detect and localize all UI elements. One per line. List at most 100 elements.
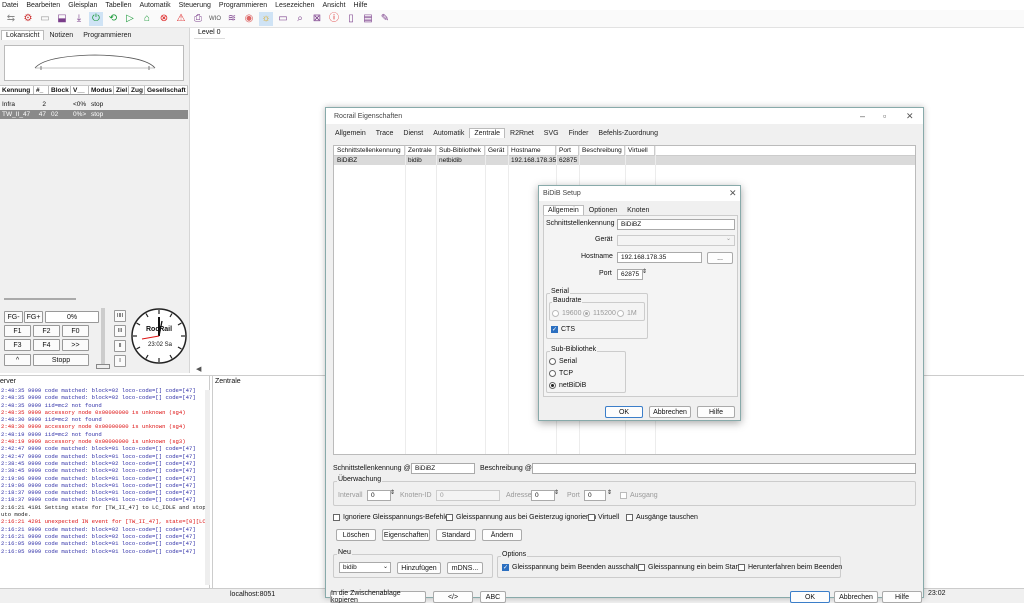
folder-icon[interactable]: ⚙ [21, 12, 35, 26]
f1-button[interactable]: F1 [4, 325, 31, 337]
col-num[interactable]: #_ [34, 86, 49, 94]
bidib-device-select[interactable] [617, 235, 735, 246]
eye-icon[interactable]: ◉ [242, 12, 256, 26]
ignore-power-checkbox[interactable]: Ignoriere Gleisspannungs-Befehle [333, 514, 449, 521]
address-input[interactable]: 0 [531, 490, 555, 501]
f2-button[interactable]: F2 [33, 325, 60, 337]
bidib-netbidib-radio[interactable]: netBiDiB [549, 382, 586, 389]
power-icon[interactable]: ⏻ [89, 11, 103, 26]
edit-icon[interactable]: ✎ [378, 12, 392, 26]
menu-lesezeichen[interactable]: Lesezeichen [275, 2, 314, 9]
shutdown-exit-checkbox[interactable]: Herunterfahren beim Beenden [738, 564, 842, 571]
properties-button[interactable]: Eigenschaften [382, 529, 430, 541]
ok-button[interactable]: OK [790, 591, 830, 603]
gear-2-button[interactable]: II [114, 340, 126, 352]
tab-programmieren[interactable]: Programmieren [78, 30, 136, 40]
next-button[interactable]: >> [62, 339, 89, 351]
tab-finder[interactable]: Finder [564, 128, 594, 138]
bidib-port-input[interactable]: 62875 [617, 269, 643, 280]
power-off-ghost-checkbox[interactable]: Gleisspannung aus bei Geisterzug ignorie… [446, 514, 596, 521]
description-input[interactable] [532, 463, 916, 474]
download-icon[interactable]: ⤓ [72, 12, 86, 26]
col-v[interactable]: V__ [71, 86, 89, 94]
bidib-port-spinner-icon[interactable]: ⇕ [642, 268, 647, 275]
power-off-exit-checkbox[interactable]: ✓ Gleisspannung beim Beenden ausschalten [502, 564, 645, 571]
menu-automatik[interactable]: Automatik [139, 2, 170, 9]
bidib-tab-allgemein[interactable]: Allgemein [543, 205, 584, 215]
output-checkbox[interactable]: Ausgang [620, 492, 658, 499]
abc-button[interactable]: ABC [480, 591, 506, 603]
bidib-help-button[interactable]: Hilfe [697, 406, 735, 418]
menu-hilfe[interactable]: Hilfe [353, 2, 367, 9]
warning-icon[interactable]: ⚠ [174, 12, 188, 26]
bidib-serial-radio[interactable]: Serial [549, 358, 577, 365]
code-button[interactable]: </> [433, 591, 473, 603]
menu-gleisplan[interactable]: Gleisplan [68, 2, 97, 9]
clipboard-icon[interactable]: ▯ [344, 12, 358, 26]
tab-dienst[interactable]: Dienst [398, 128, 428, 138]
bidib-baud-115200-radio[interactable]: 115200 [583, 310, 616, 317]
add-button[interactable]: Hinzufügen [397, 562, 441, 574]
menu-datei[interactable]: Datei [2, 2, 18, 9]
gear-1-button[interactable]: I [114, 355, 126, 367]
iid-input[interactable]: BiDiBZ [411, 463, 475, 474]
node-id-input[interactable]: 0 [436, 490, 500, 501]
search-icon[interactable]: ⌕ [293, 12, 307, 26]
bidib-close-icon[interactable]: ✕ [729, 188, 737, 199]
bidib-device-chevron-icon[interactable]: ⌄ [726, 235, 731, 242]
tab-lokansicht[interactable]: Lokansicht [1, 30, 45, 40]
tab-automatik[interactable]: Automatik [428, 128, 469, 138]
interval-input[interactable]: 0 [367, 490, 391, 501]
direction-button[interactable]: ^ [4, 354, 31, 366]
tab-notizen[interactable]: Notizen [44, 30, 78, 40]
bidib-baud-19600-radio[interactable]: 19600 [552, 310, 581, 317]
cancel-button[interactable]: Abbrechen [834, 591, 878, 603]
col-gesellschaft[interactable]: Gesellschaft [145, 86, 188, 94]
menu-tabellen[interactable]: Tabellen [105, 2, 131, 9]
stop-button[interactable]: Stopp [33, 354, 89, 366]
change-button[interactable]: Ändern [482, 529, 522, 541]
horizontal-scrollbar[interactable] [4, 298, 76, 300]
menu-steuerung[interactable]: Steuerung [179, 2, 211, 9]
tab-level-0[interactable]: Level 0 [194, 28, 225, 39]
bidib-cts-checkbox[interactable]: ✓ CTS [551, 326, 575, 333]
col-block[interactable]: Block [49, 86, 71, 94]
log-scrollbar[interactable] [205, 390, 210, 585]
monitor-icon[interactable]: ▭ [276, 12, 290, 26]
tab-allgemein[interactable]: Allgemein [330, 128, 371, 138]
close-icon[interactable]: ✕ [906, 111, 914, 122]
table-row[interactable]: Infra 2 <0% stop [0, 100, 188, 109]
bidib-tcp-radio[interactable]: TCP [549, 370, 573, 377]
chevron-down-icon[interactable]: ⌄ [383, 563, 388, 570]
speed-slider-handle[interactable] [96, 364, 110, 369]
tab-befehls-zuordnung[interactable]: Befehls-Zuordnung [593, 128, 663, 138]
f0-button[interactable]: F0 [62, 325, 89, 337]
grid-icon[interactable]: ⊠ [310, 12, 324, 26]
menu-ansicht[interactable]: Ansicht [322, 2, 345, 9]
tab-svg[interactable]: SVG [539, 128, 564, 138]
bidib-baud-1m-radio[interactable]: 1M [617, 310, 637, 317]
wio-icon[interactable]: WIO [208, 12, 222, 26]
info-icon[interactable]: ⓘ [327, 12, 341, 26]
minimize-icon[interactable]: – [860, 111, 865, 121]
col-kennung[interactable]: Kennung [0, 86, 34, 94]
sun-icon[interactable]: ☼ [259, 11, 273, 26]
col-ziel[interactable]: Ziel [114, 86, 129, 94]
bidib-browse-button[interactable]: ... [707, 252, 733, 264]
bidib-host-input[interactable]: 192.168.178.35 [617, 252, 702, 263]
f4-button[interactable]: F4 [33, 339, 60, 351]
tab-zentrale[interactable]: Zentrale [469, 128, 506, 138]
menu-programmieren[interactable]: Programmieren [219, 2, 267, 9]
play-icon[interactable]: ▷ [123, 12, 137, 26]
standard-button[interactable]: Standard [436, 529, 476, 541]
table-row[interactable]: TW_II_47 47 02 0%> stop [0, 110, 188, 119]
bidib-iid-input[interactable]: BiDiBZ [617, 219, 735, 230]
fg-minus-button[interactable]: FG- [4, 311, 23, 323]
stop-icon[interactable]: ⊗ [157, 12, 171, 26]
col-modus[interactable]: Modus [89, 86, 114, 94]
tab-r2rnet[interactable]: R2Rnet [505, 128, 539, 138]
speed-slider-track[interactable] [101, 308, 105, 368]
virtual-checkbox[interactable]: Virtuell [588, 514, 619, 521]
archive-icon[interactable]: ▤ [361, 12, 375, 26]
scroll-left-icon[interactable]: ◀ [196, 365, 201, 373]
